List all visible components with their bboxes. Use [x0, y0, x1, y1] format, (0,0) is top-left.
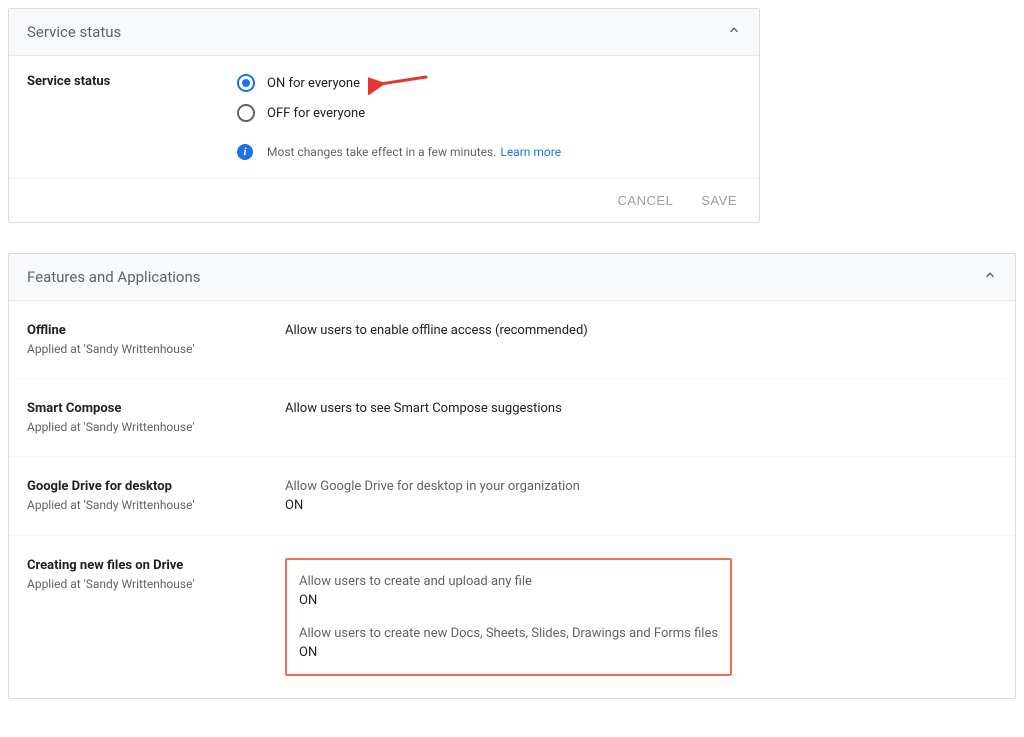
- feature-applied: Applied at 'Sandy Writtenhouse': [27, 420, 285, 434]
- annotation-arrow-icon: [368, 75, 428, 91]
- chevron-up-icon: [983, 268, 997, 286]
- features-header[interactable]: Features and Applications: [9, 254, 1015, 301]
- radio-unselected-icon: [237, 104, 255, 122]
- feature-desc: Allow users to create and upload any fil…: [299, 574, 718, 589]
- radio-off-for-everyone[interactable]: OFF for everyone: [237, 104, 741, 122]
- feature-title: Google Drive for desktop: [27, 479, 285, 494]
- service-status-footer: CANCEL SAVE: [9, 178, 759, 222]
- feature-applied: Applied at 'Sandy Writtenhouse': [27, 342, 285, 356]
- service-status-title: Service status: [27, 23, 121, 41]
- cancel-button[interactable]: CANCEL: [618, 193, 674, 208]
- info-text: Most changes take effect in a few minute…: [267, 145, 496, 159]
- feature-title: Smart Compose: [27, 401, 285, 416]
- info-icon: i: [237, 144, 253, 160]
- feature-desc: Allow users to see Smart Compose suggest…: [285, 401, 997, 416]
- chevron-up-icon: [727, 23, 741, 41]
- highlight-annotation: Allow users to create and upload any fil…: [285, 558, 732, 676]
- radio-off-label: OFF for everyone: [267, 106, 365, 121]
- feature-status: ON: [299, 593, 718, 608]
- feature-row-smart-compose[interactable]: Smart Compose Applied at 'Sandy Writtenh…: [9, 379, 1015, 457]
- service-status-body: Service status ON for everyone: [9, 56, 759, 178]
- service-status-card: Service status Service status ON for eve…: [8, 8, 760, 223]
- feature-status: ON: [299, 645, 718, 660]
- feature-title: Creating new files on Drive: [27, 558, 285, 573]
- feature-title: Offline: [27, 323, 285, 338]
- save-button[interactable]: SAVE: [701, 193, 737, 208]
- service-status-header[interactable]: Service status: [9, 9, 759, 56]
- radio-on-label: ON for everyone: [267, 76, 360, 91]
- learn-more-link[interactable]: Learn more: [500, 145, 561, 159]
- feature-status: ON: [285, 498, 997, 513]
- feature-desc: Allow Google Drive for desktop in your o…: [285, 479, 997, 494]
- service-status-options: ON for everyone: [237, 74, 741, 160]
- features-card: Features and Applications Offline Applie…: [8, 253, 1016, 699]
- radio-selected-icon: [237, 74, 255, 92]
- radio-on-for-everyone[interactable]: ON for everyone: [237, 74, 741, 92]
- feature-row-drive-desktop[interactable]: Google Drive for desktop Applied at 'San…: [9, 457, 1015, 536]
- info-row: i Most changes take effect in a few minu…: [237, 144, 741, 160]
- feature-applied: Applied at 'Sandy Writtenhouse': [27, 498, 285, 512]
- feature-desc: Allow users to create new Docs, Sheets, …: [299, 626, 718, 641]
- feature-applied: Applied at 'Sandy Writtenhouse': [27, 577, 285, 591]
- feature-desc: Allow users to enable offline access (re…: [285, 323, 997, 338]
- feature-row-offline[interactable]: Offline Applied at 'Sandy Writtenhouse' …: [9, 301, 1015, 379]
- features-title: Features and Applications: [27, 268, 200, 286]
- feature-row-creating-files[interactable]: Creating new files on Drive Applied at '…: [9, 536, 1015, 698]
- service-status-label: Service status: [27, 74, 237, 89]
